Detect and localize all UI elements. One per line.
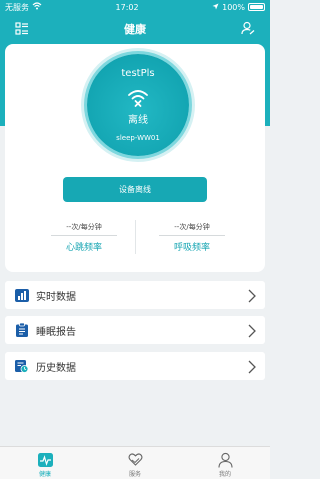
device-status: 离线 <box>128 115 148 126</box>
device-offline-button[interactable]: 设备离线 <box>63 177 207 202</box>
status-bar: 无服务 17:02 100% <box>0 0 270 14</box>
page-title: 健康 <box>124 23 146 36</box>
tab-service[interactable]: 服务 <box>90 447 180 479</box>
chevron-right-icon <box>248 323 256 338</box>
clipboard-icon <box>15 323 29 337</box>
menu-grid-button[interactable] <box>14 21 30 37</box>
list-grid-icon <box>15 20 29 39</box>
location-icon <box>212 3 219 12</box>
heart-rate-metric: --次/每分钟 心跳频率 <box>39 222 129 253</box>
person-icon <box>217 451 234 468</box>
chevron-right-icon <box>248 288 256 303</box>
user-settings-button[interactable] <box>240 21 256 37</box>
resp-rate-label: 呼吸频率 <box>173 243 210 253</box>
menu-item-label: 历史数据 <box>36 362 76 374</box>
tab-health[interactable]: 健康 <box>0 447 90 479</box>
tab-mine[interactable]: 我的 <box>180 447 270 479</box>
wifi-icon <box>32 2 42 12</box>
device-status-circle[interactable]: testPls 离线 sleep-WW01 <box>87 54 189 156</box>
monitor-pulse-icon <box>37 451 54 468</box>
menu-item-sleep-report[interactable]: 睡眠报告 <box>5 316 265 344</box>
history-list-icon <box>15 359 29 373</box>
tab-label: 健康 <box>38 471 51 478</box>
chevron-right-icon <box>248 359 256 374</box>
divider <box>159 235 225 236</box>
metric-divider <box>135 220 136 254</box>
battery-percent: 100% <box>222 2 245 12</box>
tab-label: 我的 <box>218 471 231 478</box>
menu-item-label: 睡眠报告 <box>36 326 76 338</box>
heart-rate-label: 心跳频率 <box>65 243 102 253</box>
resp-rate-value: --次/每分钟 <box>174 223 210 231</box>
tab-label: 服务 <box>128 471 141 478</box>
bar-chart-icon <box>15 288 29 302</box>
heart-hand-icon <box>127 451 144 468</box>
device-id: sleep-WW01 <box>116 134 160 142</box>
resp-rate-metric: --次/每分钟 呼吸频率 <box>147 222 237 253</box>
menu-item-realtime-data[interactable]: 实时数据 <box>5 281 265 309</box>
heart-rate-value: --次/每分钟 <box>66 223 102 231</box>
device-name: testPls <box>121 68 155 79</box>
user-edit-icon <box>241 20 255 39</box>
menu-item-history-data[interactable]: 历史数据 <box>5 352 265 380</box>
tab-bar: 健康 服务 我的 <box>0 446 270 479</box>
wifi-off-icon <box>127 88 149 108</box>
clock: 17:02 <box>115 2 139 12</box>
battery-icon <box>248 3 265 11</box>
divider <box>51 235 117 236</box>
carrier-label: 无服务 <box>5 2 29 12</box>
menu-item-label: 实时数据 <box>36 291 76 303</box>
nav-bar: 健康 <box>0 14 270 44</box>
device-card: testPls 离线 sleep-WW01 设备离线 --次/每分钟 心跳频率 … <box>5 44 265 272</box>
